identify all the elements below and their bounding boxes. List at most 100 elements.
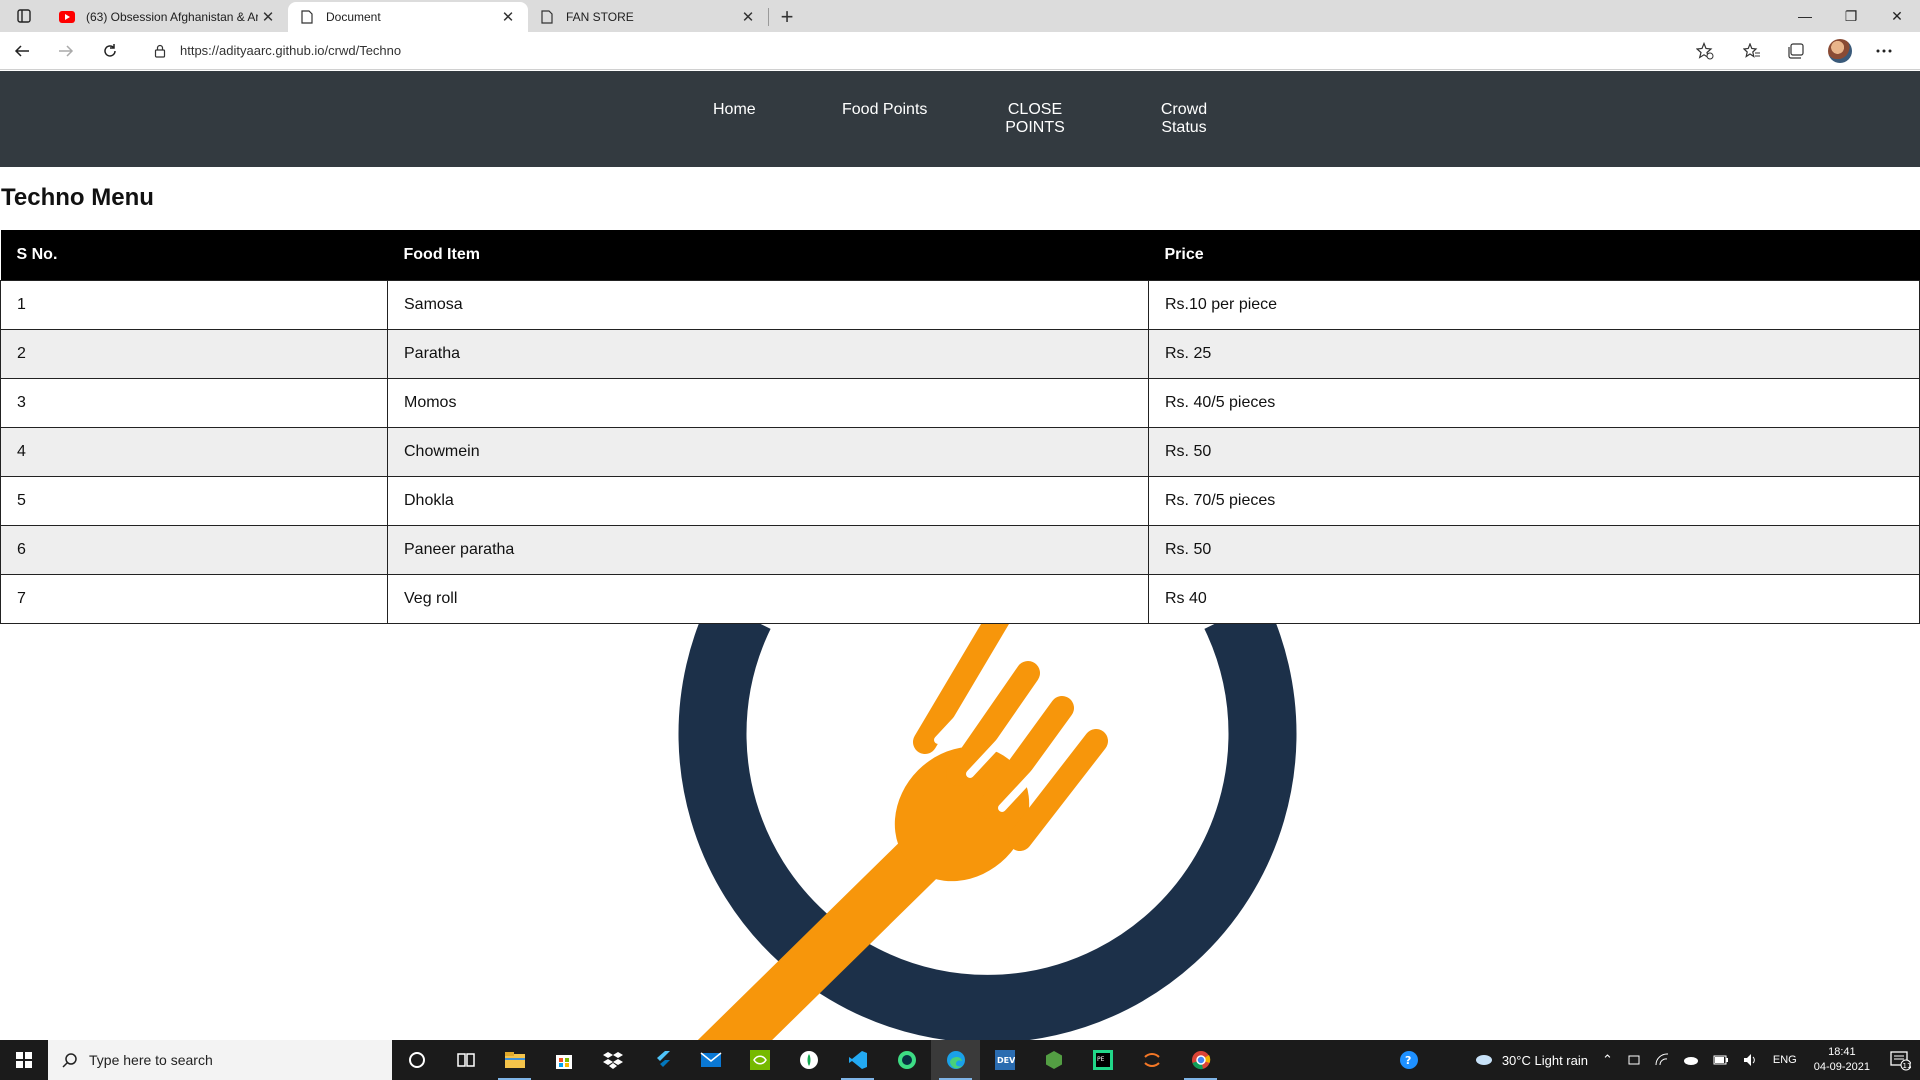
refresh-button[interactable]: [88, 33, 132, 69]
search-placeholder: Type here to search: [89, 1052, 213, 1068]
browser-tab-fan-store[interactable]: FAN STORE ✕: [528, 2, 768, 32]
chrome-icon[interactable]: [1176, 1040, 1225, 1080]
close-icon[interactable]: ✕: [258, 7, 278, 27]
nav-link-food-points[interactable]: Food Points: [842, 101, 927, 119]
jupyter-icon[interactable]: [1127, 1040, 1176, 1080]
restore-button[interactable]: ❐: [1828, 0, 1874, 32]
cell-price: Rs.10 per piece: [1148, 279, 1920, 330]
table-row: 4 Chowmein Rs. 50: [0, 426, 1920, 477]
svg-text:PE: PE: [1097, 1056, 1105, 1063]
svg-text:?: ?: [1405, 1054, 1411, 1067]
table-row: 3 Momos Rs. 40/5 pieces: [0, 377, 1920, 428]
table-row: 5 Dhokla Rs. 70/5 pieces: [0, 475, 1920, 526]
column-header-food-item: Food Item: [387, 230, 1149, 280]
forward-button[interactable]: [44, 33, 88, 69]
cloud-rain-icon: [1475, 1055, 1492, 1065]
new-tab-button[interactable]: +: [769, 2, 805, 32]
edge-icon[interactable]: [931, 1040, 980, 1080]
cell-price: Rs 40: [1148, 573, 1920, 624]
nvidia-icon[interactable]: [735, 1040, 784, 1080]
tab-title: (63) Obsession Afghanistan & Ar: [86, 10, 258, 24]
add-favorite-icon[interactable]: [1690, 41, 1720, 60]
weather-text: 30°C Light rain: [1501, 1052, 1588, 1068]
windows-start-icon[interactable]: [0, 1040, 48, 1080]
avatar: [1828, 38, 1852, 63]
cell-food-item: Momos: [387, 377, 1149, 428]
android-studio-icon[interactable]: [882, 1040, 931, 1080]
page-icon: [538, 8, 556, 26]
onedrive-icon[interactable]: [1676, 1055, 1706, 1065]
cell-sno: 1: [0, 279, 388, 330]
system-tray: ? 30°C Light rain ⌃ ENG 18:41 04-09-2021…: [1391, 1040, 1920, 1080]
url-text[interactable]: https://adityaarc.github.io/crwd/Techno: [180, 43, 401, 58]
menu-table: S No. Food Item Price 1 Samosa Rs.10 per…: [0, 230, 1920, 624]
flutter-app-icon[interactable]: [637, 1040, 686, 1080]
cell-food-item: Paneer paratha: [387, 524, 1149, 575]
site-navbar: Home Food Points CLOSE POINTS Crowd Stat…: [0, 71, 1920, 167]
cell-sno: 6: [0, 524, 388, 575]
cell-price: Rs. 50: [1148, 524, 1920, 575]
clock[interactable]: 18:41 04-09-2021: [1804, 1045, 1880, 1075]
browser-toolbar: https://adityaarc.github.io/crwd/Techno: [0, 32, 1920, 70]
microsoft-store-icon[interactable]: [539, 1040, 588, 1080]
favorites-icon[interactable]: [1730, 33, 1774, 69]
collections-icon[interactable]: [1774, 33, 1818, 69]
cell-food-item: Chowmein: [387, 426, 1149, 477]
battery-icon[interactable]: [1706, 1055, 1736, 1065]
minimize-button[interactable]: —: [1782, 0, 1828, 32]
browser-tab-document[interactable]: Document ✕: [288, 2, 528, 32]
nav-link-home[interactable]: Home: [713, 101, 756, 119]
food-logo: [620, 624, 1320, 1040]
cell-sno: 4: [0, 426, 388, 477]
weather-widget[interactable]: 30°C Light rain: [1467, 1053, 1595, 1068]
dropbox-icon[interactable]: [588, 1040, 637, 1080]
taskbar-search-input[interactable]: Type here to search: [48, 1040, 392, 1080]
lock-icon[interactable]: [150, 44, 170, 58]
cortana-icon[interactable]: [392, 1040, 441, 1080]
more-options-icon[interactable]: [1862, 33, 1906, 69]
window-controls: — ❐ ✕: [1782, 0, 1920, 32]
cell-food-item: Samosa: [387, 279, 1149, 330]
table-row: 7 Veg roll Rs 40: [0, 573, 1920, 624]
volume-icon[interactable]: [1736, 1053, 1766, 1067]
file-explorer-icon[interactable]: [490, 1040, 539, 1080]
nodejs-icon[interactable]: [1029, 1040, 1078, 1080]
cell-price: Rs. 70/5 pieces: [1148, 475, 1920, 526]
tab-title: Document: [326, 10, 381, 24]
clock-date: 04-09-2021: [1813, 1061, 1870, 1073]
language-indicator[interactable]: ENG: [1766, 1054, 1804, 1066]
back-button[interactable]: [0, 33, 44, 69]
task-view-icon[interactable]: [441, 1040, 490, 1080]
dev-community-icon[interactable]: DEV: [980, 1040, 1029, 1080]
mongodb-compass-icon[interactable]: [784, 1040, 833, 1080]
cell-price: Rs. 50: [1148, 426, 1920, 477]
tab-title: FAN STORE: [566, 10, 634, 24]
help-icon[interactable]: ?: [1391, 1049, 1427, 1071]
notification-count: 11: [1903, 1062, 1912, 1070]
close-window-button[interactable]: ✕: [1874, 0, 1920, 32]
address-bar[interactable]: https://adityaarc.github.io/crwd/Techno: [140, 36, 1720, 66]
search-icon: [62, 1052, 77, 1068]
svg-text:DEV: DEV: [997, 1056, 1015, 1065]
close-icon[interactable]: ✕: [738, 7, 758, 27]
browser-tab-youtube[interactable]: (63) Obsession Afghanistan & Ar ✕: [48, 2, 288, 32]
column-header-price: Price: [1148, 230, 1920, 280]
vscode-icon[interactable]: [833, 1040, 882, 1080]
nav-link-crowd-status[interactable]: Crowd Status: [1158, 101, 1210, 137]
clock-time: 18:41: [1828, 1046, 1856, 1058]
nav-link-close-points[interactable]: CLOSE POINTS: [1000, 101, 1070, 137]
mail-icon[interactable]: [686, 1040, 735, 1080]
profile-avatar[interactable]: [1818, 33, 1862, 69]
page-title: Techno Menu: [1, 184, 154, 211]
close-icon[interactable]: ✕: [498, 7, 518, 27]
tab-actions-icon[interactable]: [0, 0, 48, 32]
table-row: 1 Samosa Rs.10 per piece: [0, 279, 1920, 330]
cell-sno: 5: [0, 475, 388, 526]
meet-now-icon[interactable]: [1620, 1053, 1648, 1067]
notification-center-icon[interactable]: 11: [1880, 1049, 1920, 1071]
youtube-icon: [58, 8, 76, 26]
chevron-up-icon[interactable]: ⌃: [1595, 1052, 1620, 1068]
cell-sno: 7: [0, 573, 388, 624]
wifi-icon[interactable]: [1648, 1053, 1676, 1067]
pycharm-icon[interactable]: PE: [1078, 1040, 1127, 1080]
